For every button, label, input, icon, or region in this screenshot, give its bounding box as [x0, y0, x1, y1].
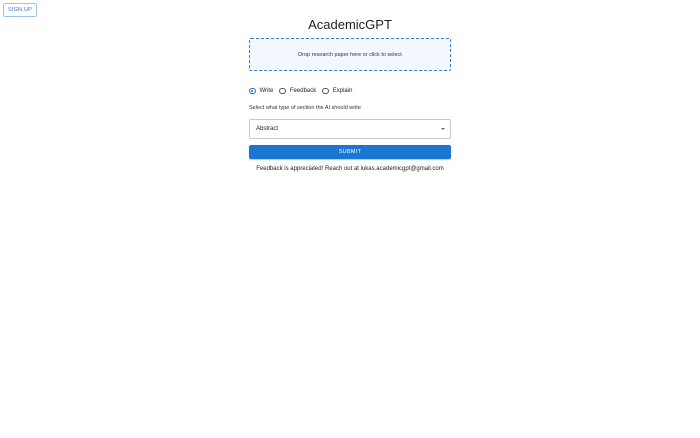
radio-unchecked-icon[interactable] [322, 87, 329, 95]
feedback-note: Feedback is appreciated! Reach out at lu… [256, 166, 444, 172]
radio-checked-icon[interactable] [249, 87, 256, 95]
caret-down-icon [441, 128, 445, 130]
radio-label-write: Write [259, 88, 274, 94]
radio-option-write[interactable]: Write [249, 87, 274, 95]
radio-option-explain[interactable]: Explain [322, 87, 353, 95]
sign-up-button[interactable]: SIGN UP [3, 3, 37, 17]
page-title: AcademicGPT [308, 17, 392, 32]
section-select-label: Select what type of section the AI shoul… [249, 105, 361, 111]
radio-unchecked-icon[interactable] [279, 87, 286, 95]
page: SIGN UP AcademicGPT Drop research paper … [0, 0, 700, 438]
radio-label-explain: Explain [332, 88, 353, 94]
file-dropzone[interactable]: Drop research paper here or click to sel… [249, 38, 451, 71]
section-type-select[interactable]: Abstract [249, 119, 451, 139]
mode-radio-group: Write Feedback Explain [249, 86, 358, 96]
radio-label-feedback: Feedback [289, 88, 317, 94]
submit-button[interactable]: SUBMIT [249, 145, 451, 159]
dropzone-prompt: Drop research paper here or click to sel… [298, 51, 402, 58]
radio-option-feedback[interactable]: Feedback [279, 87, 317, 95]
section-type-value: Abstract [256, 126, 279, 132]
